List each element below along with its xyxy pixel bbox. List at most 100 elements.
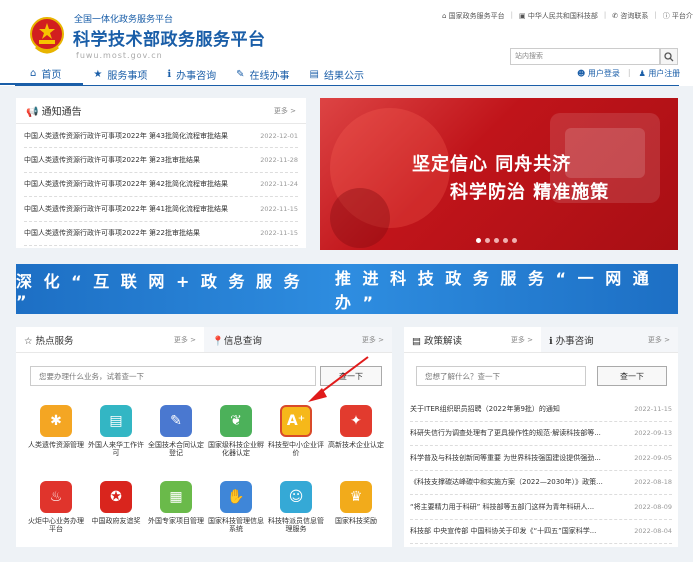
top-links: ⌂ 国家政务服务平台 | ▣ 中华人民共和国科技部 | ✆ 咨询联系 | ⓘ 平… — [442, 11, 693, 21]
site-domain: fuwu.most.gov.cn — [76, 51, 163, 60]
service-search-input[interactable]: 您要办理什么业务，试着查一下 — [30, 366, 316, 386]
site-search-input[interactable]: 站内搜索 — [510, 48, 660, 65]
carousel-dot[interactable] — [476, 238, 481, 243]
service-label: 外国专家项目管理 — [148, 517, 204, 525]
list-item[interactable]: 科研失信行为调查处理有了更具操作性的规范·解读科技部等... 2022-09-13 — [410, 422, 672, 446]
login-link[interactable]: ☻ 用户登录 — [577, 68, 620, 79]
tab-info-query[interactable]: 📍信息查询 更多 > — [204, 327, 392, 352]
search-icon — [664, 51, 674, 61]
register-link[interactable]: ♟ 用户注册 — [639, 68, 681, 79]
carousel-dot[interactable] — [485, 238, 490, 243]
tab-consult[interactable]: ℹ 办事咨询 更多 > — [541, 327, 678, 352]
star-outline-icon: ☆ — [24, 335, 36, 347]
list-item[interactable]: 中国人类遗传资源行政许可事项2022年 第43批简化流程审批结果 2022-12-… — [24, 124, 298, 149]
list-item[interactable]: 科技部 中央宣传部 中国科协关于印发《“十四五”国家科学... 2022-08-0… — [410, 520, 672, 544]
service-search-button[interactable]: 查一下 — [320, 366, 382, 386]
policy-list: 关于ITER组织职员招聘（2022年第9批）的通知 2022-11-15 科研失信… — [410, 397, 672, 544]
national-emblem-icon — [30, 17, 64, 54]
notice-title: 📢 通知通告 — [26, 107, 82, 118]
hot-tabs: ☆ 热点服务 更多 > 📍信息查询 更多 > — [16, 327, 392, 353]
list-item-date: 2022-09-05 — [634, 453, 672, 462]
service-item[interactable]: ♛ 国家科技奖励 — [326, 481, 386, 551]
slogan-left: 深 化 “ 互 联 网 + 政 务 服 务 ” — [16, 271, 303, 311]
list-item-date: 2022-09-13 — [634, 429, 672, 438]
nav-consult[interactable]: ℹ 办事咨询 — [157, 63, 226, 85]
list-item-date: 2022-11-15 — [260, 204, 298, 213]
policy-search-button[interactable]: 查一下 — [597, 366, 667, 386]
nav-label: 在线办事 — [249, 70, 290, 82]
separator: | — [510, 11, 514, 19]
link-contact[interactable]: ✆ 咨询联系 — [612, 11, 648, 21]
person-icon: ☺ — [280, 481, 312, 513]
consult-more-link[interactable]: 更多 > — [648, 335, 670, 345]
service-label: 人类遗传资源管理 — [28, 441, 84, 449]
link-about[interactable]: ⓘ 平台介绍 — [663, 11, 693, 21]
list-item-title: 《科技支撑碳达峰碳中和实施方案（2022—2030年）》政策... — [410, 478, 603, 487]
list-icon: ▤ — [309, 68, 319, 80]
list-item[interactable]: 中国人类遗传资源行政许可事项2022年 第41批简化流程审批结果 2022-11-… — [24, 197, 298, 222]
nav-label: 办事咨询 — [176, 70, 217, 82]
carousel-dot[interactable] — [494, 238, 499, 243]
document-icon: ▦ — [160, 481, 192, 513]
banner-headline-1: 坚定信心 同舟共济 — [412, 154, 572, 175]
service-item[interactable]: ✪ 中国政府友谊奖 — [86, 481, 146, 551]
slogan-banner: 深 化 “ 互 联 网 + 政 务 服 务 ” 推 进 科 技 政 务 服 务 … — [16, 264, 678, 314]
list-item[interactable]: 科学普及与科技创新同等重要 为世界科技强国建设提供强劲... 2022-09-05 — [410, 446, 672, 471]
policy-tabs: ▤ 政策解读 更多 > ℹ 办事咨询 更多 > — [404, 327, 678, 353]
service-item[interactable]: ▦ 外国专家项目管理 — [146, 481, 206, 551]
list-item-title: 科研失信行为调查处理有了更具操作性的规范·解读科技部等... — [410, 429, 601, 438]
service-item[interactable]: ✦ 高新技术企业认定 — [326, 405, 386, 475]
tab-policy[interactable]: ▤ 政策解读 更多 > — [404, 327, 541, 352]
service-item[interactable]: ✱ 人类遗传资源管理 — [26, 405, 86, 475]
list-item[interactable]: 关于ITER组织职员招聘（2022年第9批）的通知 2022-11-15 — [410, 397, 672, 422]
pencil-icon: ✎ — [236, 68, 245, 80]
link-national-platform[interactable]: ⌂ 国家政务服务平台 — [442, 11, 505, 21]
banner-headline-2: 科学防治 精准施策 — [450, 182, 610, 203]
list-item-date: 2022-11-15 — [634, 404, 672, 413]
list-item[interactable]: 中国人类遗传资源行政许可事项2022年 第42批简化流程审批结果 2022-11-… — [24, 173, 298, 198]
separator: | — [654, 11, 657, 19]
medal-icon: ✪ — [100, 481, 132, 513]
nav-services[interactable]: ★ 服务事项 — [83, 63, 157, 85]
document-icon: ▤ — [412, 335, 424, 347]
link-most[interactable]: ▣ 中华人民共和国科技部 — [519, 11, 598, 21]
policy-search-input[interactable]: 您想了解什么？查一下 — [416, 366, 586, 386]
add-user-icon: ♟ — [638, 69, 649, 78]
contract-icon: ✎ — [160, 405, 192, 437]
nav-home[interactable]: ⌂ 首页 — [0, 63, 84, 85]
policy-more-link[interactable]: 更多 > — [511, 335, 533, 345]
service-label: 国家科技奖励 — [335, 517, 377, 525]
hot-more-link[interactable]: 更多 > — [174, 335, 196, 345]
list-item[interactable]: “将主要精力用于科研” 科技部等五部门这样为青年科研人... 2022-08-09 — [410, 495, 672, 520]
list-item[interactable]: 中国人类遗传资源行政许可事项2022年 第22批审批结果 2022-11-15 — [24, 222, 298, 246]
list-item[interactable]: 中国人类遗传资源行政许可事项2022年 第23批审批结果 2022-11-28 — [24, 148, 298, 173]
query-more-link[interactable]: 更多 > — [362, 335, 384, 345]
service-item[interactable]: ♨ 火炬中心业务办理平台 — [26, 481, 86, 551]
list-item-date: 2022-11-24 — [260, 180, 298, 189]
service-item[interactable]: ✋ 国家科技管理信息系统 — [206, 481, 266, 551]
nav-online[interactable]: ✎ 在线办事 — [226, 63, 299, 85]
carousel-dot[interactable] — [512, 238, 517, 243]
service-item[interactable]: ☺ 科技特派员信息管理服务 — [266, 481, 326, 551]
info-icon: ℹ — [167, 68, 172, 80]
search-button[interactable] — [660, 48, 678, 65]
carousel-dot[interactable] — [503, 238, 508, 243]
service-label: 火炬中心业务办理平台 — [28, 517, 84, 533]
service-item[interactable]: ▤ 外国人来华工作许可 — [86, 405, 146, 475]
list-item-date: 2022-12-01 — [260, 131, 298, 140]
leaf-icon: ✦ — [340, 405, 372, 437]
notice-more-link[interactable]: 更多 > — [274, 106, 296, 116]
sprout-icon: ❦ — [220, 405, 252, 437]
service-item[interactable]: A⁺ 科技型中小企业评价 — [266, 405, 326, 475]
service-item[interactable]: ✎ 全国技术合同认定登记 — [146, 405, 206, 475]
service-item[interactable]: ❦ 国家级科技企业孵化器认定 — [206, 405, 266, 475]
tab-hot-services[interactable]: ☆ 热点服务 更多 > — [16, 327, 204, 352]
list-item[interactable]: 《科技支撑碳达峰碳中和实施方案（2022—2030年）》政策... 2022-08… — [410, 471, 672, 495]
list-item-date: 2022-08-09 — [634, 502, 672, 511]
service-label: 全国技术合同认定登记 — [148, 441, 204, 457]
carousel-banner[interactable]: 坚定信心 同舟共济 科学防治 精准施策 — [320, 98, 678, 250]
notice-header: 📢 通知通告 更多 > — [16, 98, 306, 124]
nav-results[interactable]: ▤ 结果公示 — [300, 63, 374, 85]
site-title[interactable]: 科学技术部政务服务平台 — [73, 25, 266, 50]
dna-icon: ✱ — [40, 405, 72, 437]
